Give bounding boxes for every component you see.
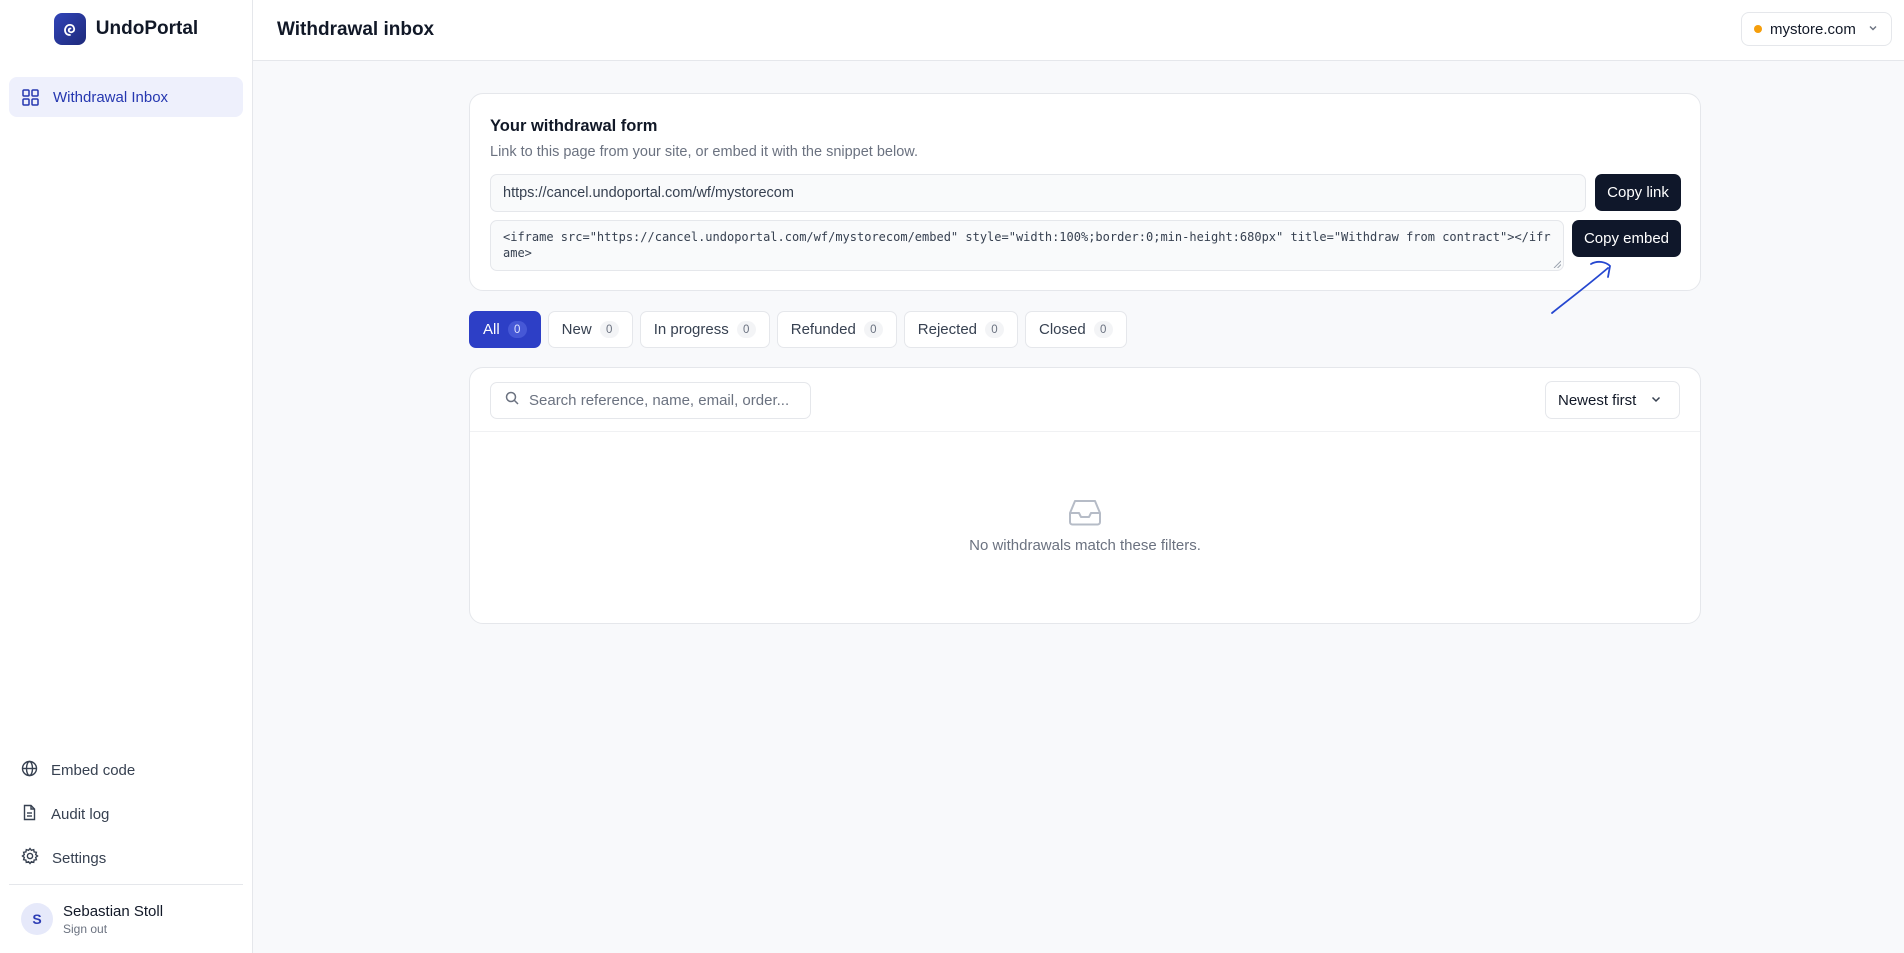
tab-closed[interactable]: Closed 0: [1025, 311, 1127, 348]
status-tabs: All 0 New 0 In progress 0 Refunded 0 Rej…: [469, 311, 1127, 348]
inbox-icon: [1068, 498, 1102, 531]
empty-state-text: No withdrawals match these filters.: [969, 537, 1201, 554]
tab-label: In progress: [653, 321, 729, 338]
top-bar: Withdrawal inbox mystore.com: [253, 0, 1904, 61]
tab-label: Rejected: [917, 321, 977, 338]
sort-select[interactable]: Newest first: [1545, 381, 1680, 419]
sign-out-link[interactable]: Sign out: [63, 922, 163, 936]
tab-label: New: [561, 321, 592, 338]
globe-icon: [21, 760, 38, 781]
user-name: Sebastian Stoll: [63, 902, 164, 920]
copy-link-button[interactable]: Copy link: [1595, 174, 1681, 211]
embed-code-textarea[interactable]: <iframe src="https://cancel.undoportal.c…: [490, 220, 1564, 271]
withdrawals-list-card: Newest first No withdrawals match these …: [469, 367, 1701, 624]
annotation-arrow-icon: [1551, 260, 1611, 314]
search-box[interactable]: [490, 382, 811, 419]
page-title: Withdrawal inbox: [277, 19, 435, 40]
sidebar-bottom: Embed code Audit log Settings S Sebastia…: [0, 750, 252, 953]
tab-rejected[interactable]: Rejected 0: [903, 311, 1018, 348]
tab-count-badge: 0: [1093, 321, 1113, 338]
tab-count-badge: 0: [736, 321, 756, 338]
store-selector[interactable]: mystore.com: [1741, 12, 1892, 46]
sidebar-item-label: Withdrawal Inbox: [53, 88, 169, 106]
document-icon: [21, 804, 38, 825]
chevron-down-icon: [1650, 392, 1662, 409]
tab-refunded[interactable]: Refunded 0: [776, 311, 897, 348]
list-toolbar: Newest first: [470, 368, 1700, 432]
grid-icon: [21, 88, 40, 107]
gear-icon: [21, 847, 39, 869]
chevron-down-icon: [1868, 23, 1878, 36]
sort-label: Newest first: [1558, 391, 1637, 409]
sidebar-item-withdrawal-inbox[interactable]: Withdrawal Inbox: [9, 77, 243, 117]
tab-count-badge: 0: [599, 321, 619, 338]
embed-code-text: <iframe src="https://cancel.undoportal.c…: [503, 230, 1551, 260]
main-nav: Withdrawal Inbox: [0, 58, 252, 117]
sidebar: UndoPortal Withdrawal Inbox Embed code A…: [0, 0, 253, 953]
copy-embed-button[interactable]: Copy embed: [1572, 220, 1681, 257]
tab-all[interactable]: All 0: [469, 311, 541, 348]
spiral-logo-icon: [53, 13, 86, 45]
sidebar-item-settings[interactable]: Settings: [9, 838, 243, 878]
form-link-field[interactable]: https://cancel.undoportal.com/wf/mystore…: [490, 174, 1586, 212]
form-card-subtitle: Link to this page from your site, or emb…: [490, 144, 918, 160]
sidebar-item-label: Audit log: [51, 805, 110, 823]
tab-count-badge: 0: [863, 321, 883, 338]
store-label: mystore.com: [1770, 20, 1856, 38]
search-icon: [505, 391, 519, 410]
tab-count-badge: 0: [985, 321, 1004, 338]
sidebar-item-label: Settings: [52, 849, 107, 867]
brand-name: UndoPortal: [95, 18, 199, 39]
search-input[interactable]: [529, 392, 799, 409]
sidebar-item-embed-code[interactable]: Embed code: [9, 750, 243, 790]
tab-label: Closed: [1039, 321, 1086, 338]
sidebar-item-label: Embed code: [51, 761, 136, 779]
brand[interactable]: UndoPortal: [0, 0, 252, 58]
tab-count-badge: 0: [507, 321, 527, 338]
tab-label: Refunded: [790, 321, 856, 338]
tab-label: All: [483, 321, 500, 338]
store-status-dot: [1754, 25, 1762, 33]
tab-in-progress[interactable]: In progress 0: [639, 311, 770, 348]
empty-state: No withdrawals match these filters.: [470, 498, 1700, 554]
tab-new[interactable]: New 0: [547, 311, 633, 348]
avatar[interactable]: S: [21, 903, 53, 935]
user-profile: S Sebastian Stoll Sign out: [9, 885, 243, 953]
form-card-title: Your withdrawal form: [490, 117, 658, 135]
withdrawal-form-card: Your withdrawal form Link to this page f…: [469, 93, 1701, 291]
sidebar-item-audit-log[interactable]: Audit log: [9, 794, 243, 834]
